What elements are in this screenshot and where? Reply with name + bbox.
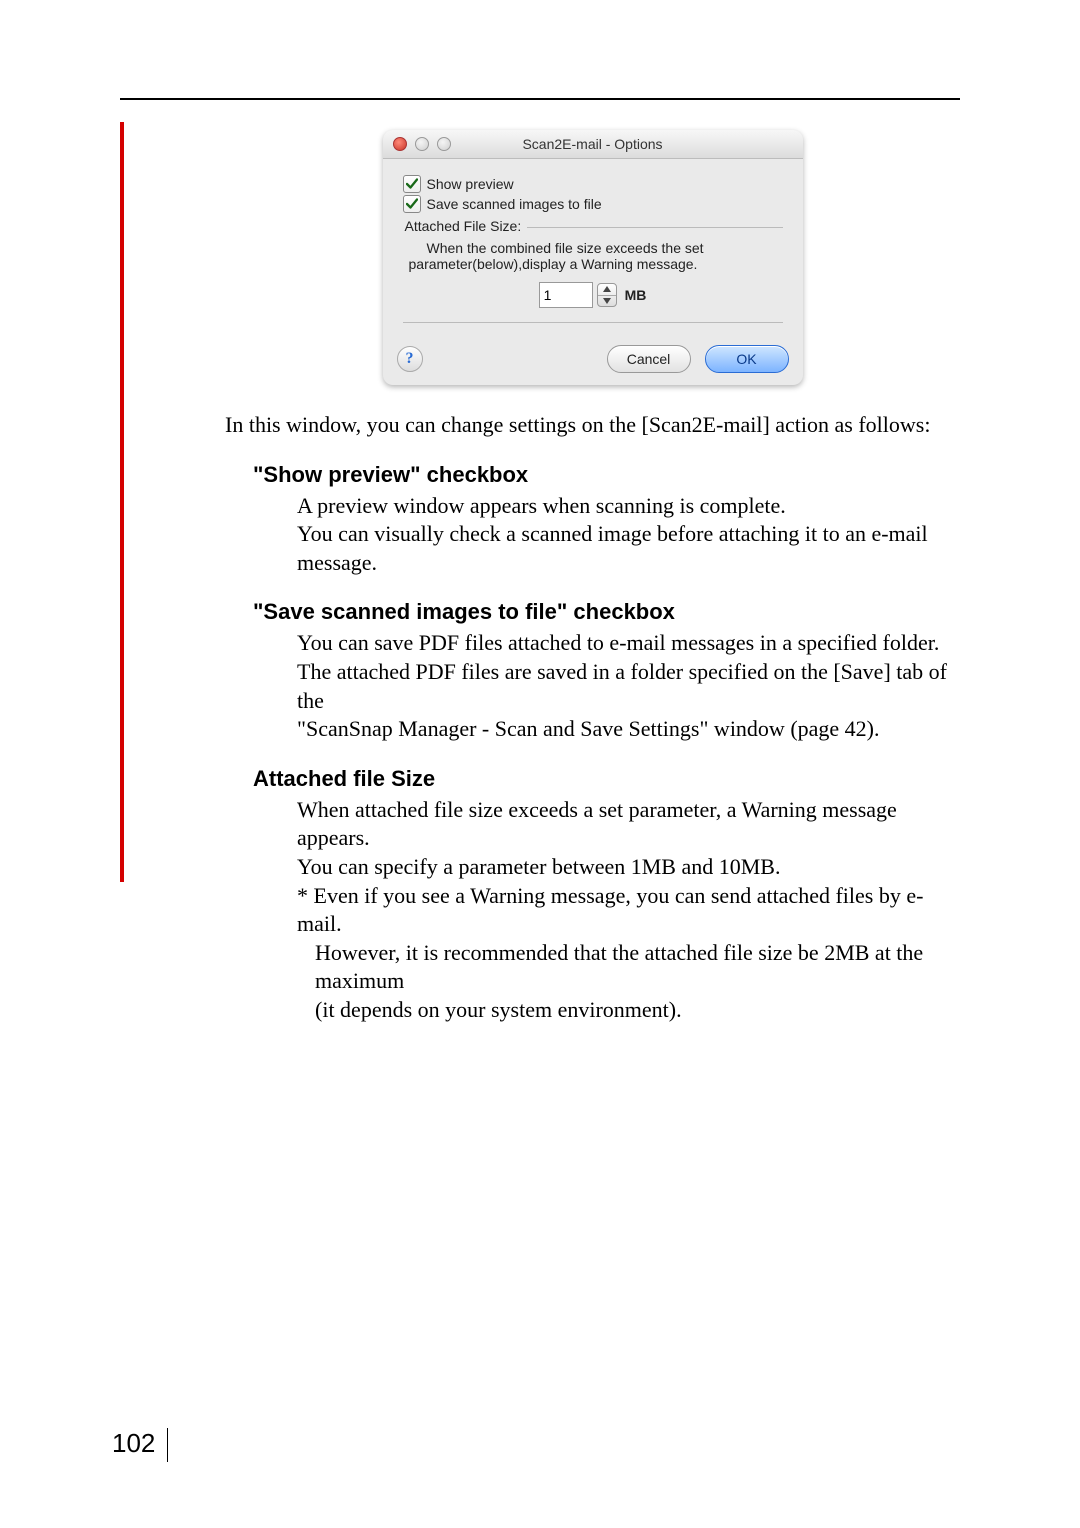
sec3-note2: However, it is recommended that the atta…: [297, 939, 960, 996]
close-icon[interactable]: [393, 137, 407, 151]
sec3-note1: * Even if you see a Warning message, you…: [297, 882, 960, 939]
left-accent-bar: [120, 122, 124, 882]
fieldset-text-line1: When the combined file size exceeds the …: [427, 240, 704, 256]
section-heading-attached-size: Attached file Size: [253, 766, 960, 792]
intro-text: In this window, you can change settings …: [225, 411, 960, 440]
fieldset-text-line2: parameter(below),display a Warning messa…: [409, 256, 698, 272]
sec3-line2: You can specify a parameter between 1MB …: [297, 853, 960, 882]
ok-button[interactable]: OK: [705, 345, 789, 373]
sec1-line2: You can visually check a scanned image b…: [297, 520, 960, 577]
sec3-note3: (it depends on your system environment).: [297, 996, 960, 1025]
help-icon: ?: [406, 350, 414, 368]
file-size-stepper-input[interactable]: [539, 282, 593, 308]
save-scanned-checkbox[interactable]: [403, 195, 421, 213]
stepper-unit: MB: [625, 287, 647, 303]
minimize-icon: [415, 137, 429, 151]
file-size-stepper-buttons[interactable]: [597, 283, 617, 307]
attached-file-size-group: Attached File Size: When the combined fi…: [403, 227, 783, 323]
sec3-line1: When attached file size exceeds a set pa…: [297, 796, 960, 853]
zoom-icon: [437, 137, 451, 151]
top-horizontal-rule: [120, 98, 960, 100]
section-heading-save-scanned: "Save scanned images to file" checkbox: [253, 599, 960, 625]
stepper-down-icon[interactable]: [598, 296, 616, 307]
section-heading-show-preview: "Show preview" checkbox: [253, 462, 960, 488]
help-button[interactable]: ?: [397, 346, 423, 372]
scan2email-options-dialog: Scan2E-mail - Options Show preview Save …: [383, 130, 803, 385]
sec2-line1: You can save PDF files attached to e-mai…: [297, 629, 960, 658]
page-number-divider: [167, 1428, 168, 1462]
dialog-screenshot: Scan2E-mail - Options Show preview Save …: [225, 130, 960, 385]
sec2-line2: The attached PDF files are saved in a fo…: [297, 658, 960, 715]
stepper-up-icon[interactable]: [598, 284, 616, 296]
fieldset-legend: Attached File Size:: [399, 218, 528, 234]
checkmark-icon: [406, 198, 418, 210]
checkmark-icon: [406, 178, 418, 190]
show-preview-checkbox[interactable]: [403, 175, 421, 193]
sec2-line3: "ScanSnap Manager - Scan and Save Settin…: [297, 715, 960, 744]
sec1-line1: A preview window appears when scanning i…: [297, 492, 960, 521]
page-number: 102: [112, 1428, 168, 1462]
show-preview-label: Show preview: [427, 176, 514, 192]
dialog-titlebar: Scan2E-mail - Options: [383, 130, 803, 159]
save-scanned-label: Save scanned images to file: [427, 196, 602, 212]
cancel-button[interactable]: Cancel: [607, 345, 691, 373]
